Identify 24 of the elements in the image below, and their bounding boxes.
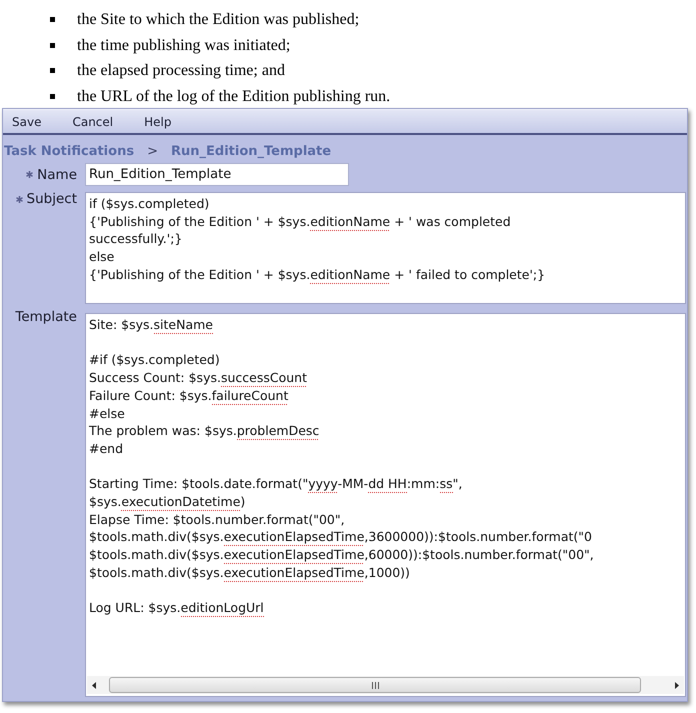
field-label: Name [37, 166, 77, 184]
grip-icon [372, 682, 378, 688]
text-area[interactable]: if ($sys.completed) {'Publishing of the Edition ' + $sys.editionName + ' was completed successfully.';} else {'Publishing of the Edition ' + $sys.editionName + ' failed to complete';} [85, 192, 686, 304]
square-bullet-icon [50, 68, 55, 74]
toolbar-button[interactable]: Help [142, 114, 174, 130]
scroll-right-icon[interactable] [675, 682, 679, 688]
toolbar-button[interactable]: Cancel [70, 114, 116, 130]
toolbar-button[interactable]: Save [10, 114, 44, 130]
breadcrumb-current: Run_Edition_Template [170, 142, 332, 160]
square-bullet-icon [50, 17, 55, 22]
square-bullet-icon [50, 42, 55, 48]
bullet-text: the URL of the log of the Edition publishing run. [77, 87, 390, 106]
square-bullet-icon [50, 94, 55, 100]
scroll-left-icon[interactable] [92, 682, 96, 688]
horizontal-scrollbar[interactable] [87, 676, 684, 694]
field-label: Subject [26, 190, 77, 208]
text-input[interactable]: Run_Edition_Template [85, 163, 349, 186]
breadcrumb-separator: > [147, 142, 158, 160]
field-label: Template [15, 308, 77, 326]
bullet-text: the elapsed processing time; and [77, 61, 285, 80]
scrollbar-thumb[interactable] [109, 677, 641, 693]
bullet-text: the time publishing was initiated; [77, 36, 290, 55]
bullet-text: the Site to which the Edition was published; [77, 10, 360, 30]
text-area[interactable]: Site: $sys.siteName #if ($sys.completed) Success Count: $sys.successCount Failure Count: $sys.failureCount #else The problem was: $sys.problemDesc #end Starting Time: $tools.date.format("yyyy-MM-dd HH:mm:ss", $sys.executionDatetime) Elapse Time: $tools.number.format("00", $tools.math.div($sys.executionElapsedTime,3600000)):$tools.number.format("0 $tools.math.div($sys.executionElapsedTime,60000)):$tools.number.format("00", $tools.math.div($sys.executionElapsedTime,1000)) Log URL: $sys.editionLogUrl [85, 313, 686, 697]
